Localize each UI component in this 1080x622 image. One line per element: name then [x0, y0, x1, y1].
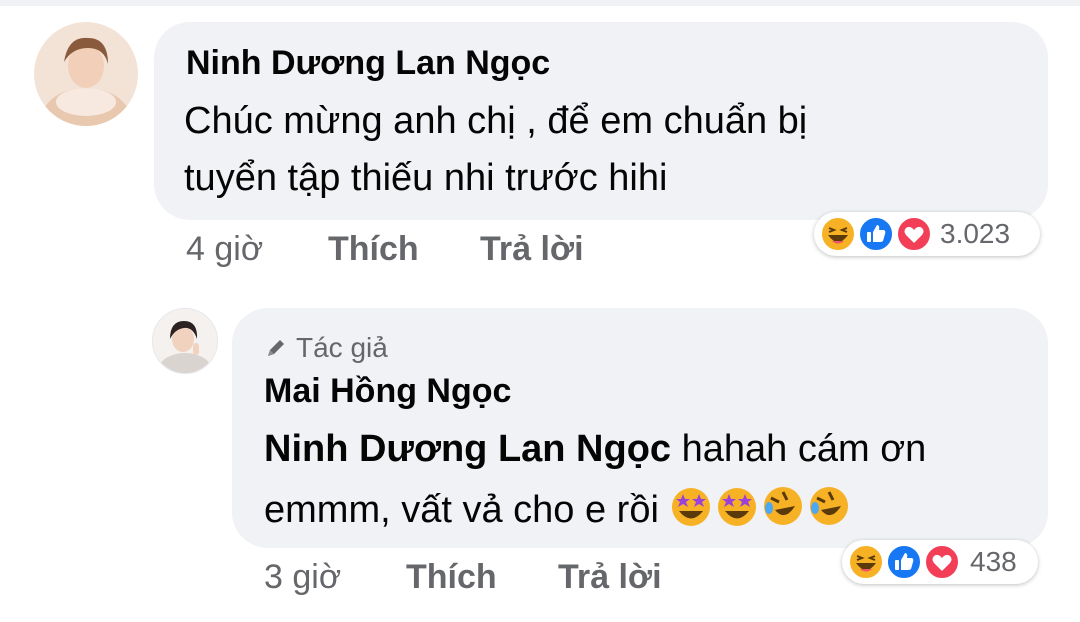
reply-timestamp[interactable]: 3 giờ — [264, 558, 341, 597]
reply-button[interactable]: Trả lời — [558, 558, 662, 597]
like-icon — [886, 544, 922, 580]
reply-text: emmm, vất vả cho e rồi — [264, 489, 659, 531]
avatar-mai-hong-ngoc[interactable] — [152, 308, 218, 374]
mention-link[interactable]: Ninh Dương Lan Ngọc — [264, 428, 671, 470]
rofl-emoji — [810, 487, 849, 525]
reply-text-line-2: emmm, vất vả cho e rồi — [264, 484, 853, 532]
star-struck-emoji — [672, 488, 711, 526]
author-badge: Tác giả — [264, 332, 388, 364]
reaction-count: 3.023 — [940, 218, 1011, 249]
like-button[interactable]: Thích — [406, 558, 497, 597]
avatar-ninh-duong-lan-ngoc[interactable] — [34, 22, 138, 126]
reply-button[interactable]: Trả lời — [480, 230, 584, 269]
reaction-count: 438 — [970, 546, 1017, 577]
reply-text-line-1: Ninh Dương Lan Ngọc hahah cám ơn — [264, 428, 926, 471]
comment-timestamp[interactable]: 4 giờ — [186, 230, 263, 269]
love-icon — [896, 216, 932, 252]
pencil-icon — [268, 340, 284, 356]
reply-actions: 3 giờ Thích Trả lời — [264, 558, 764, 600]
author-badge-label: Tác giả — [296, 332, 388, 363]
comment-text-line-2: tuyển tập thiếu nhi trước hihi — [184, 157, 668, 199]
haha-icon — [848, 544, 884, 580]
like-icon — [858, 216, 894, 252]
reply-author[interactable]: Mai Hồng Ngọc — [264, 372, 511, 411]
rofl-emoji — [764, 487, 803, 525]
comment-author[interactable]: Ninh Dương Lan Ngọc — [186, 44, 550, 83]
star-struck-emoji — [718, 488, 757, 526]
reply-text-rest: hahah cám ơn — [671, 428, 927, 470]
haha-icon — [820, 216, 856, 252]
comment-actions: 4 giờ Thích Trả lời — [186, 230, 686, 272]
reply-reactions[interactable]: 438 — [842, 540, 1038, 584]
comment-text-line-1: Chúc mừng anh chị , để em chuẩn bị — [184, 100, 808, 142]
top-divider — [0, 0, 1080, 6]
comment-reactions[interactable]: 3.023 — [814, 212, 1040, 256]
love-icon — [924, 544, 960, 580]
like-button[interactable]: Thích — [328, 230, 419, 269]
